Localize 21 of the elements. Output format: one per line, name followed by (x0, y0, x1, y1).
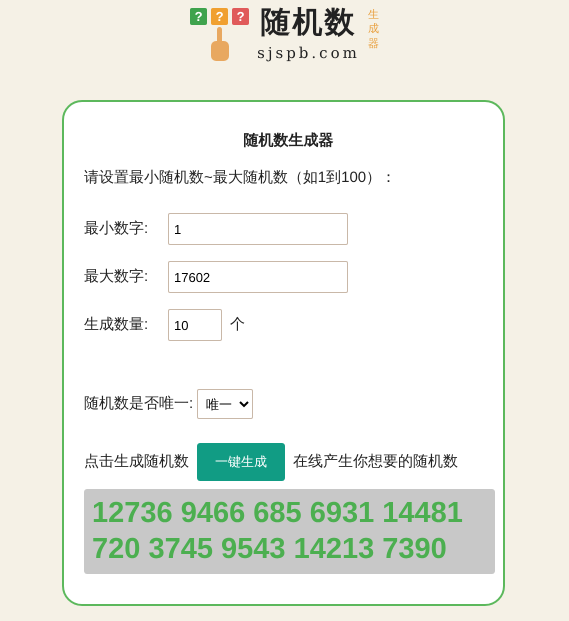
card-title: 随机数生成器 (242, 131, 334, 151)
pointing-hand-icon (208, 27, 231, 63)
action-text: 在线产生你想要的随机数 (293, 452, 458, 472)
unique-label: 随机数是否唯一: (84, 394, 194, 414)
action-text: 点击生成随机数 (84, 452, 189, 472)
question-mark-tile: ? (190, 8, 208, 25)
instruction-text: 请设置最小随机数~最大随机数（如1到100）： (84, 168, 398, 188)
unique-select[interactable]: 唯一 (197, 389, 254, 419)
unit-label: 个 (230, 314, 245, 335)
number-input[interactable]: 10 (168, 309, 222, 341)
logo-title: 随机数 (260, 8, 356, 38)
field-label: 最大数字: (84, 266, 150, 287)
question-mark-tile: ? (211, 8, 228, 25)
logo-subtitle: 生成器 (368, 8, 379, 51)
logo-domain: sjspb.com (257, 46, 360, 61)
field-label: 生成数量: (84, 314, 150, 335)
number-input[interactable]: 1 (168, 213, 348, 245)
field-label: 最小数字: (84, 218, 150, 239)
number-input[interactable]: 17602 (168, 261, 348, 293)
question-mark-tile: ? (232, 8, 250, 25)
result-numbers: 12736 9466 685 6931 14481 720 3745 9543 14213 7390 (84, 489, 495, 574)
